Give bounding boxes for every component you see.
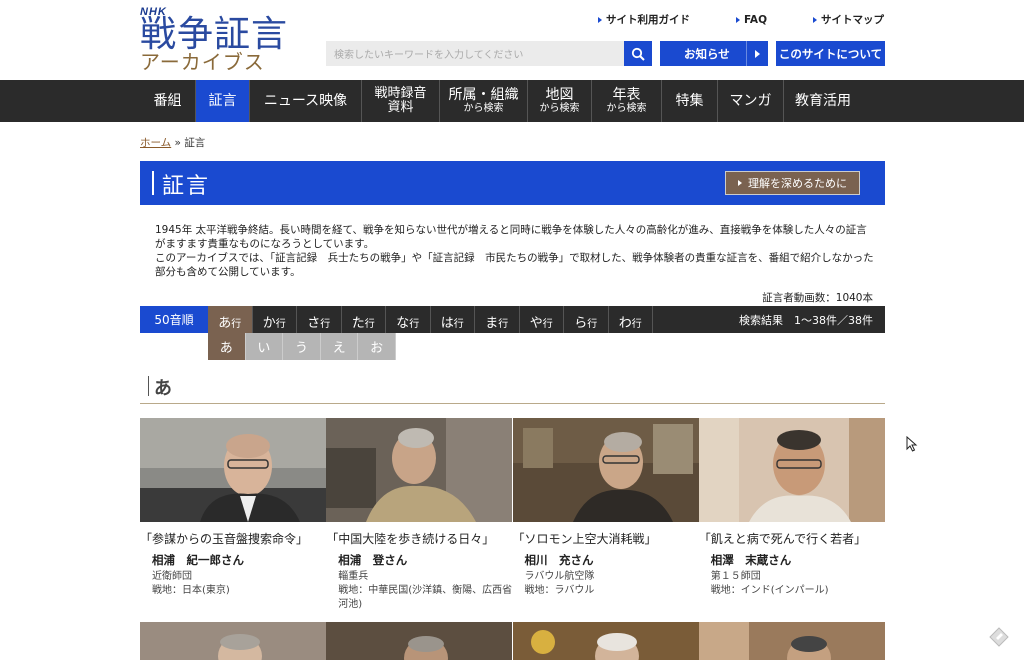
thumbnail-image[interactable]: [140, 622, 326, 660]
kana-tab-na[interactable]: な行: [386, 306, 431, 333]
kana-tab-ra[interactable]: ら行: [564, 306, 609, 333]
testimony-meta: 第１５師団 戦地：インド(インパール): [710, 571, 829, 596]
main-nav: 番組 証言 ニュース映像 戦時録音 資料 所属・組織 から検索 地図 から検索 年表か…: [0, 80, 1024, 122]
nav-education[interactable]: 教育活用: [784, 80, 862, 122]
testimony-card-list: 「参謀からの玉音盤捜索命令」 相浦 紀一郎さん 近衛師団 戦地：日本(東京) 「…: [140, 418, 885, 612]
testimony-meta: ラバウル航空隊 戦地：ラバウル: [524, 571, 595, 596]
link-site-guide[interactable]: サイト利用ガイド: [597, 12, 690, 27]
search-icon: [631, 47, 645, 61]
breadcrumb: ホーム » 証言: [140, 137, 206, 149]
thumbnail-image[interactable]: [326, 418, 513, 522]
triangle-icon: [735, 16, 740, 23]
thumbnail-image[interactable]: [512, 622, 699, 660]
kana-tab-ya[interactable]: や行: [520, 306, 564, 333]
link-faq[interactable]: FAQ: [735, 12, 767, 27]
testimony-title[interactable]: 「中国大陸を歩き続ける日々」: [326, 530, 512, 547]
nav-manga[interactable]: マンガ: [718, 80, 784, 122]
page-title-bar: 証言 理解を深めるために: [140, 161, 885, 205]
logo-title: 戦争証言: [140, 14, 289, 55]
testimony-title[interactable]: 「飢えと病で死んで行く若者」: [699, 530, 885, 547]
thumbnail-image[interactable]: [512, 418, 699, 522]
arrow-right-icon: [738, 180, 742, 186]
nav-features[interactable]: 特集: [662, 80, 718, 122]
logo-subtitle: アーカイブス: [140, 50, 265, 74]
subkana-i[interactable]: い: [245, 333, 284, 360]
nav-by-map[interactable]: 地図 から検索: [528, 80, 592, 122]
kana-tab-sa[interactable]: さ行: [297, 306, 342, 333]
feedback-icon[interactable]: [988, 626, 1010, 648]
testimony-person-name[interactable]: 相澤 末蔵さん: [699, 552, 885, 568]
triangle-icon: [813, 16, 817, 23]
testimony-card[interactable]: 「参謀からの玉音盤捜索命令」 相浦 紀一郎さん 近衛師団 戦地：日本(東京): [140, 418, 326, 612]
breadcrumb-home[interactable]: ホーム: [140, 137, 171, 149]
kana-filter-bar: 50音順 あ行 か行 さ行 た行 な行 は行 ま行 や行 ら行 わ行 検索結果 …: [140, 306, 885, 333]
site-logo[interactable]: NHK 戦争証言 アーカイブス: [140, 6, 290, 74]
thumbnail-image[interactable]: [698, 622, 885, 660]
kana-tab-ka[interactable]: か行: [253, 306, 297, 333]
search-input[interactable]: 検索したいキーワードを入力してください: [326, 41, 624, 66]
testimony-title[interactable]: 「参謀からの玉音盤捜索命令」: [140, 530, 326, 547]
testimony-person-name[interactable]: 相浦 登さん: [326, 552, 512, 568]
nav-programs[interactable]: 番組: [140, 80, 196, 122]
section-title: あ: [154, 378, 172, 399]
triangle-icon: [597, 16, 602, 23]
kana-tab-ta[interactable]: た行: [342, 306, 386, 333]
section-header: あ: [140, 372, 885, 404]
subkana-u[interactable]: う: [283, 333, 321, 360]
kana-tab-ha[interactable]: は行: [431, 306, 475, 333]
testimony-card-list-row2: [140, 622, 885, 660]
testimony-title[interactable]: 「ソロモン上空大消耗戦」: [513, 530, 699, 547]
deepen-understanding-button[interactable]: 理解を深めるために: [725, 171, 860, 195]
breadcrumb-current: 証言: [184, 137, 206, 149]
nav-wartime-recordings[interactable]: 戦時録音 資料: [362, 80, 440, 122]
testimony-count: 証言者動画数：1040本: [762, 292, 873, 304]
search-button[interactable]: [624, 41, 652, 66]
intro-text: 1945年 太平洋戦争終結。長い時間を経て、戦争を知らない世代が増えると同時に戦…: [155, 224, 874, 278]
nav-by-timeline[interactable]: 年表 から検索: [592, 80, 662, 122]
testimony-card[interactable]: 「ソロモン上空大消耗戦」 相川 充さん ラバウル航空隊 戦地：ラバウル: [512, 418, 699, 612]
site-header: NHK 戦争証言 アーカイブス サイト利用ガイド FAQ サイトマップ 検索した…: [0, 0, 1024, 80]
nav-news-footage[interactable]: ニュース映像: [250, 80, 362, 122]
mouse-cursor-icon: [906, 436, 918, 452]
about-site-button[interactable]: このサイトについて: [776, 41, 885, 66]
notice-button[interactable]: お知らせ: [660, 41, 768, 66]
thumbnail-image[interactable]: [326, 622, 513, 660]
subkana-o[interactable]: お: [358, 333, 396, 360]
kana-tab-wa[interactable]: わ行: [609, 306, 653, 333]
page-title: 証言: [162, 174, 211, 199]
top-links: サイト利用ガイド FAQ サイトマップ: [597, 12, 884, 27]
testimony-person-name[interactable]: 相浦 紀一郎さん: [140, 552, 326, 568]
kana-tab-ma[interactable]: ま行: [475, 306, 520, 333]
nav-by-organization[interactable]: 所属・組織 から検索: [440, 80, 528, 122]
kana-sub-filter: あ い う え お: [208, 333, 396, 360]
kana-tab-a[interactable]: あ行: [208, 306, 253, 333]
subkana-a[interactable]: あ: [208, 333, 246, 360]
nav-testimony[interactable]: 証言: [196, 80, 250, 122]
arrow-right-icon: [746, 41, 768, 66]
testimony-card[interactable]: 「飢えと病で死んで行く若者」 相澤 末蔵さん 第１５師団 戦地：インド(インパー…: [698, 418, 885, 612]
testimony-card[interactable]: 「中国大陸を歩き続ける日々」 相浦 登さん 輜重兵 戦地：中華民国(沙洋鎮、衡陽…: [326, 418, 513, 612]
testimony-meta: 近衛師団 戦地：日本(東京): [152, 571, 230, 596]
kana-order-label: 50音順: [140, 306, 208, 333]
testimony-person-name[interactable]: 相川 充さん: [513, 552, 699, 568]
testimony-meta: 輜重兵 戦地：中華民国(沙洋鎮、衡陽、広西省河池): [338, 571, 513, 610]
thumbnail-image[interactable]: [698, 418, 885, 522]
thumbnail-image[interactable]: [140, 418, 326, 522]
link-sitemap[interactable]: サイトマップ: [813, 12, 884, 27]
search-result-count: 検索結果 1～38件／38件: [739, 313, 873, 327]
subkana-e[interactable]: え: [320, 333, 359, 360]
